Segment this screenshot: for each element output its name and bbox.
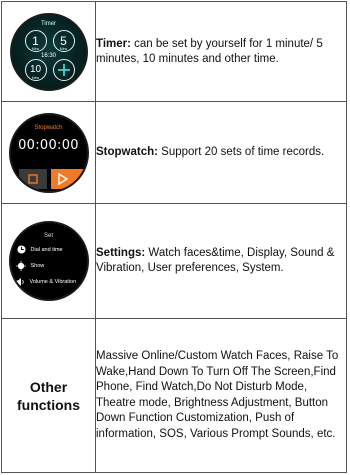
preset-5-min: 5 Mins (52, 29, 75, 52)
stopwatch-description: Stopwatch: Support 20 sets of time recor… (95, 101, 347, 204)
stopwatch-watch-screen: Stopwatch 00:00:00 (8, 112, 89, 193)
stop-icon (27, 173, 38, 184)
clock-icon (16, 245, 26, 254)
timer-watch-screen: Timer 1 Mins 5 Mins 16:30 10 Mins (9, 12, 88, 91)
watch-header: Set (43, 233, 53, 239)
timer-image-cell: Timer 1 Mins 5 Mins 16:30 10 Mins (1, 1, 96, 102)
sun-icon (15, 261, 26, 271)
preset-1-min: 1 Mins (24, 29, 47, 52)
watch-header: Stopwatch (34, 124, 63, 131)
stopwatch-display: 00:00:00 (18, 137, 79, 153)
settings-item-dial: Dial and time (16, 245, 63, 254)
stopwatch-text: Support 20 sets of time records. (157, 146, 325, 158)
settings-image-cell: Set Dial and time Show Volume & Vibratio… (1, 203, 96, 319)
watch-header: Timer (40, 20, 57, 27)
play-button (50, 168, 85, 189)
timer-title: Timer: (96, 37, 131, 50)
table-row-stopwatch: Stopwatch 00:00:00 Stopwatch: Support 20… (1, 101, 347, 204)
settings-item-volume: Volume & Vibration (15, 277, 76, 287)
play-icon (57, 172, 68, 185)
other-functions-description: Massive Online/Custom Watch Faces, Raise… (95, 318, 347, 473)
settings-title: Settings: (96, 247, 146, 259)
plus-icon (52, 58, 75, 81)
settings-description: Settings: Watch faces&time, Display, Sou… (95, 203, 347, 319)
other-functions-label: Other functions (1, 318, 96, 473)
table-row-other-functions: Other functions Massive Online/Custom Wa… (1, 318, 347, 473)
settings-item-show: Show (15, 261, 44, 271)
features-table: Timer 1 Mins 5 Mins 16:30 10 Mins Timer:… (1, 1, 347, 473)
table-row-timer: Timer 1 Mins 5 Mins 16:30 10 Mins Timer:… (1, 1, 347, 102)
stop-button (18, 168, 47, 189)
settings-watch-screen: Set Dial and time Show Volume & Vibratio… (8, 221, 89, 301)
timer-description: Timer: can be set by yourself for 1 minu… (95, 1, 347, 102)
table-row-settings: Set Dial and time Show Volume & Vibratio… (1, 203, 347, 319)
preset-10-min: 10 Mins (24, 58, 47, 81)
stopwatch-title: Stopwatch: (96, 146, 158, 158)
timer-text: can be set by yourself for 1 minute/ 5 m… (96, 37, 323, 65)
watch-time: 16:30 (40, 52, 56, 59)
other-functions-text: Massive Online/Custom Watch Faces, Raise… (96, 350, 339, 440)
speaker-icon (15, 278, 24, 286)
stopwatch-image-cell: Stopwatch 00:00:00 (1, 101, 96, 204)
